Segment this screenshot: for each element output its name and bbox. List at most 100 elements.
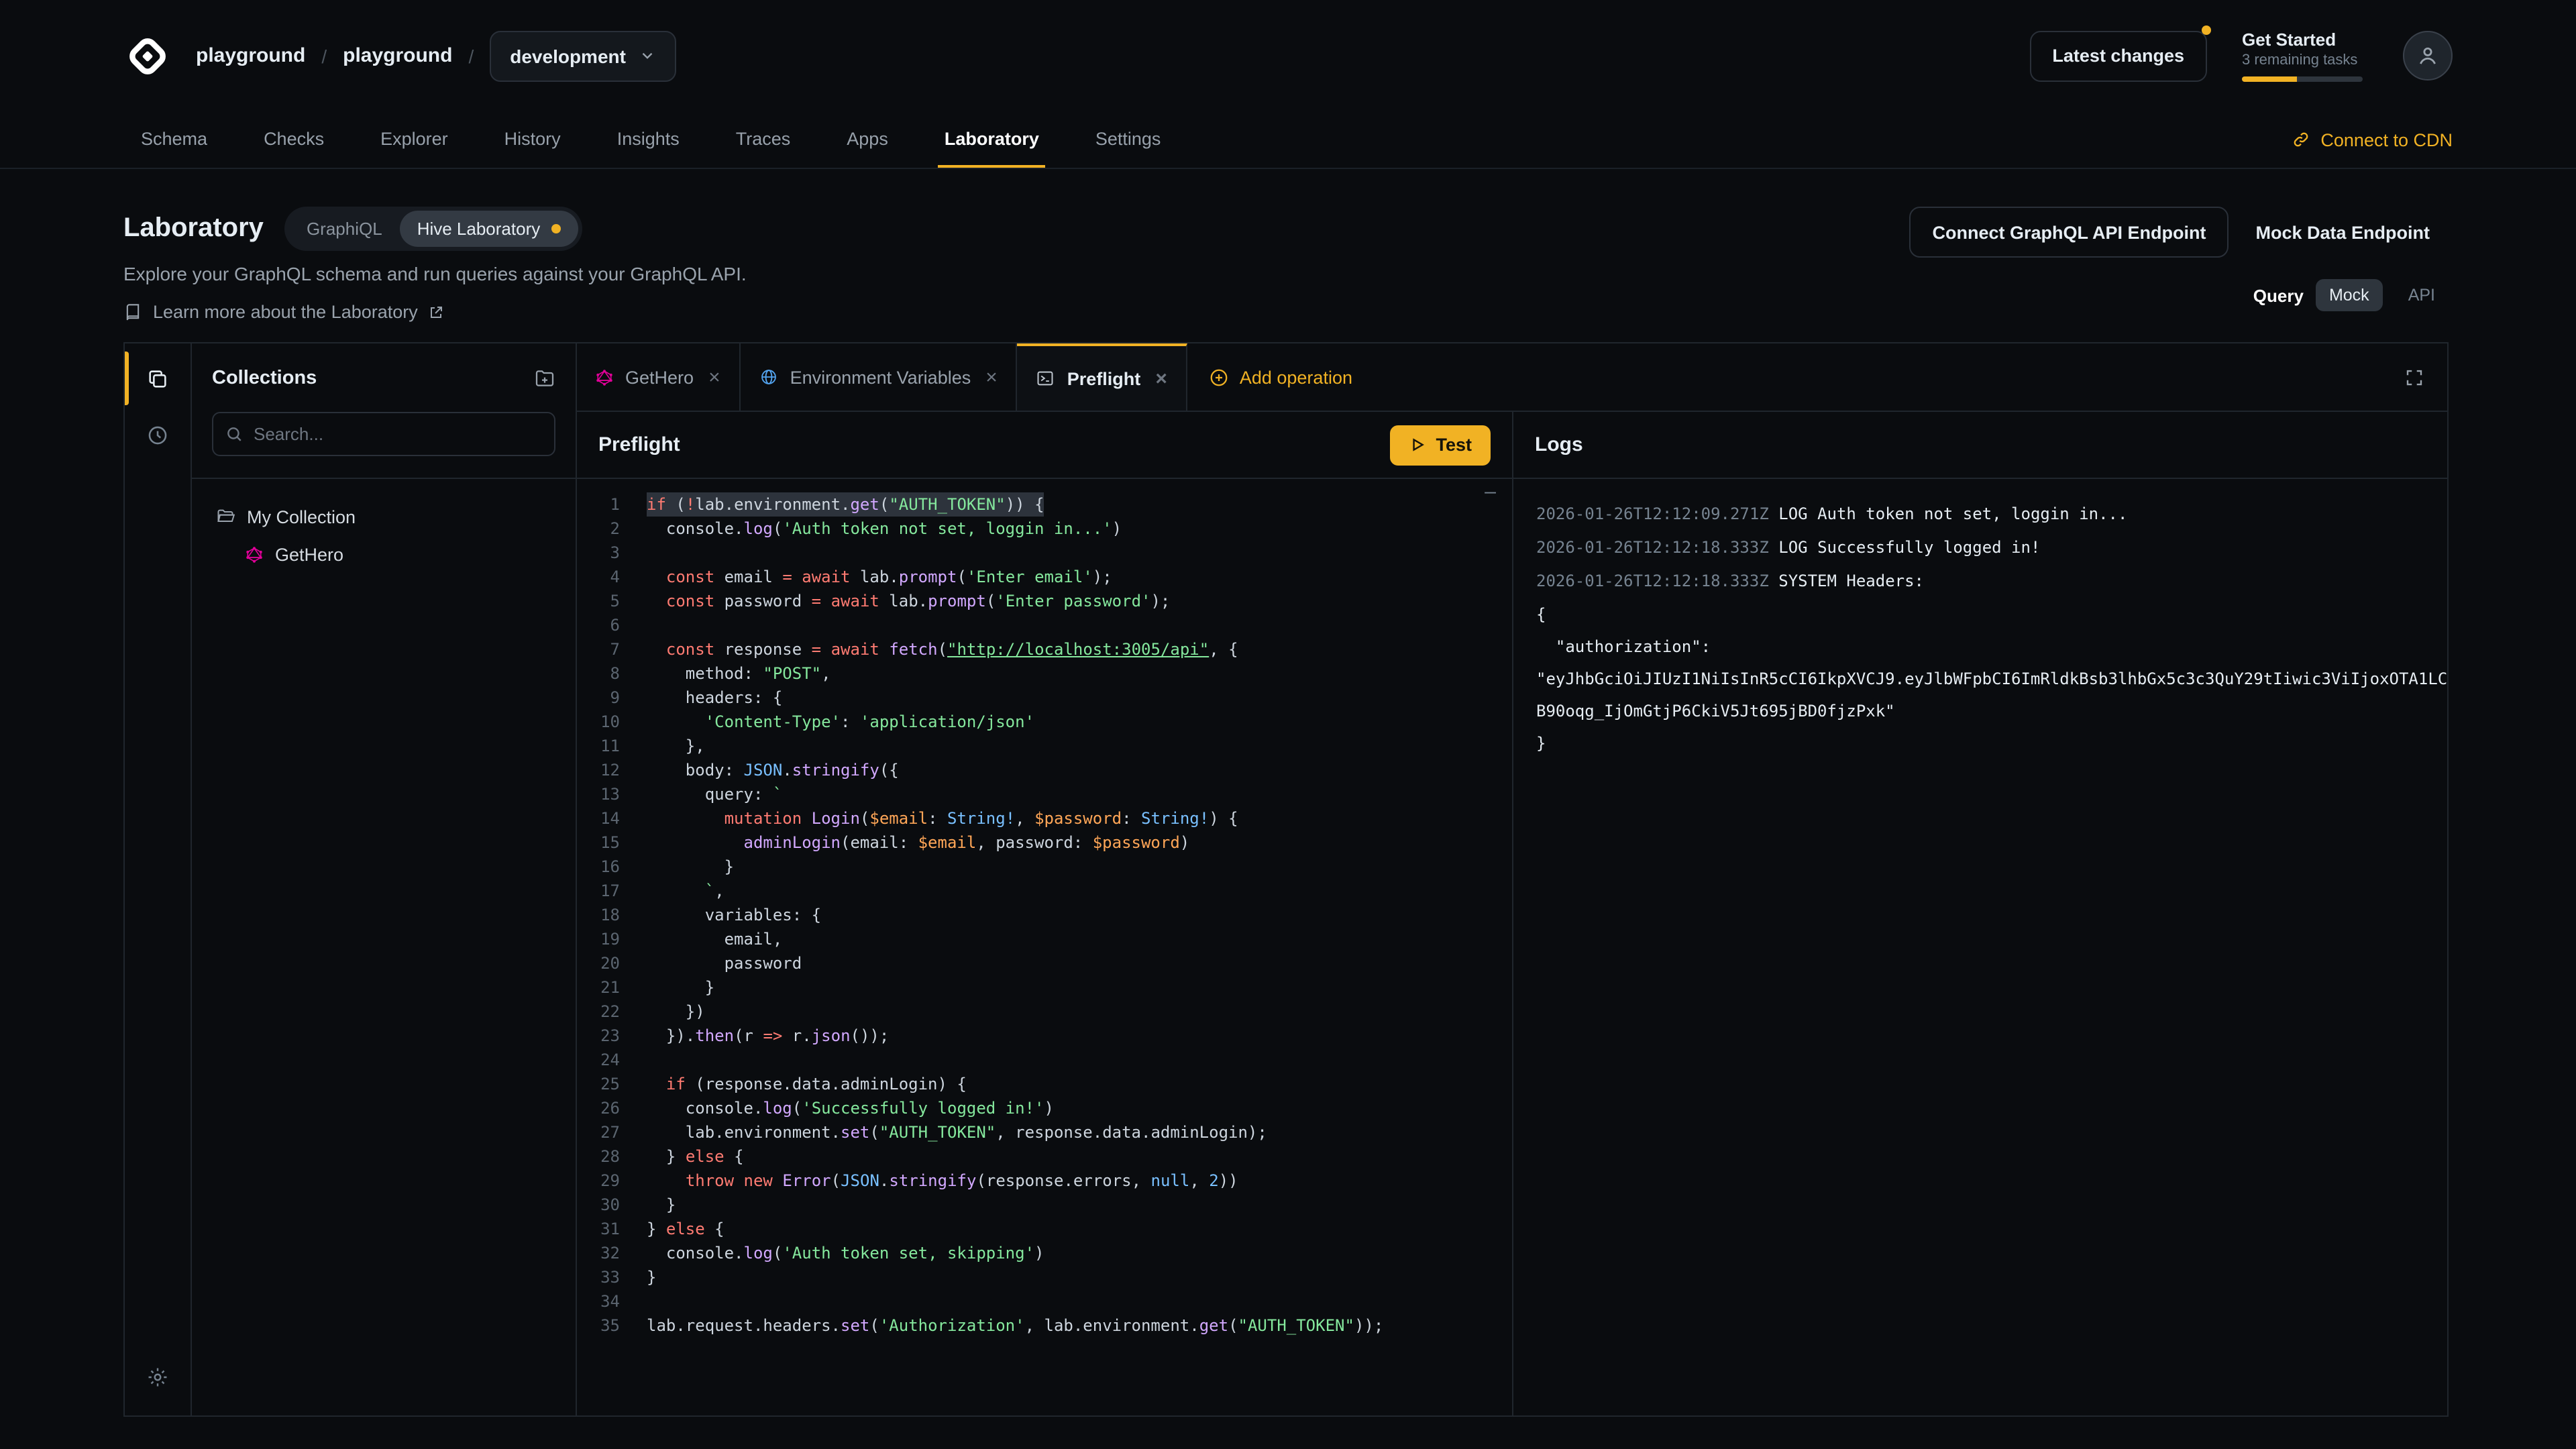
code-line[interactable]: 10 'Content-Type': 'application/json' [577, 710, 1512, 734]
operation-tabs-bar: GetHero × Environment Variables × Prefli… [577, 343, 2447, 412]
mode-hive-laboratory[interactable]: Hive Laboratory [400, 211, 578, 247]
log-line: 2026-01-26T12:12:18.333Z LOG Successfull… [1536, 531, 2424, 564]
code-line[interactable]: 8 method: "POST", [577, 661, 1512, 686]
nav-tab-explorer[interactable]: Explorer [374, 111, 455, 168]
collections-panel: Collections My Collection GetHero [192, 343, 577, 1415]
code-line[interactable]: 25 if (response.data.adminLogin) { [577, 1072, 1512, 1096]
code-line[interactable]: 29 throw new Error(JSON.stringify(respon… [577, 1169, 1512, 1193]
mode-graphiql[interactable]: GraphiQL [289, 211, 400, 247]
collections-icon [146, 367, 169, 390]
nav-tab-apps[interactable]: Apps [840, 111, 895, 168]
line-number: 15 [577, 830, 620, 855]
collection-operation[interactable]: GetHero [235, 535, 562, 573]
code-line[interactable]: 27 lab.environment.set("AUTH_TOKEN", res… [577, 1120, 1512, 1144]
code-line[interactable]: 30 } [577, 1193, 1512, 1217]
book-icon [123, 303, 142, 321]
collapse-editor-icon[interactable]: — [1485, 482, 1496, 503]
code-line[interactable]: 4 const email = await lab.prompt('Enter … [577, 565, 1512, 589]
code-line[interactable]: 18 variables: { [577, 903, 1512, 927]
hive-logo[interactable] [123, 32, 172, 80]
history-clock-icon [146, 423, 169, 446]
breadcrumb-project[interactable]: playground [343, 44, 452, 67]
nav-tab-checks[interactable]: Checks [257, 111, 331, 168]
line-number: 7 [577, 637, 620, 661]
nav-tab-history[interactable]: History [498, 111, 568, 168]
test-button[interactable]: Test [1390, 425, 1491, 465]
target-selector[interactable]: development [490, 30, 677, 81]
line-number: 13 [577, 782, 620, 806]
notification-dot [2202, 25, 2211, 34]
code-line[interactable]: 3 [577, 541, 1512, 565]
new-folder-icon[interactable] [534, 367, 555, 388]
collections-rail-button[interactable] [135, 356, 180, 401]
page-head: Laboratory GraphiQL Hive Laboratory Expl… [0, 169, 2576, 322]
line-number: 24 [577, 1048, 620, 1072]
code-line[interactable]: 20 password [577, 951, 1512, 975]
settings-rail-button[interactable] [135, 1354, 180, 1399]
connect-endpoint-button[interactable]: Connect GraphQL API Endpoint [1909, 207, 2229, 258]
nav-tab-laboratory[interactable]: Laboratory [938, 111, 1046, 168]
tab-gethero[interactable]: GetHero × [577, 343, 741, 411]
code-line[interactable]: 31} else { [577, 1217, 1512, 1241]
get-started-widget[interactable]: Get Started 3 remaining tasks [2242, 30, 2365, 82]
code-line[interactable]: 12 body: JSON.stringify({ [577, 758, 1512, 782]
code-line[interactable]: 28 } else { [577, 1144, 1512, 1169]
code-line[interactable]: 15 adminLogin(email: $email, password: $… [577, 830, 1512, 855]
code-line[interactable]: 17 `, [577, 879, 1512, 903]
code-line[interactable]: 33} [577, 1265, 1512, 1289]
query-mode-switch: Query Mock API [2253, 279, 2449, 311]
code-line[interactable]: 11 }, [577, 734, 1512, 758]
tab-environment-variables[interactable]: Environment Variables × [741, 343, 1018, 411]
nav-tab-insights[interactable]: Insights [610, 111, 686, 168]
code-line[interactable]: 13 query: ` [577, 782, 1512, 806]
code-line[interactable]: 2 console.log('Auth token not set, loggi… [577, 517, 1512, 541]
code-line[interactable]: 6 [577, 613, 1512, 637]
breadcrumb-org[interactable]: playground [196, 44, 305, 67]
query-mode-api[interactable]: API [2395, 279, 2449, 311]
plus-circle-icon [1209, 367, 1229, 387]
line-number: 23 [577, 1024, 620, 1048]
code-lines: 1if (!lab.environment.get("AUTH_TOKEN"))… [577, 492, 1512, 1338]
avatar[interactable] [2403, 31, 2453, 80]
fullscreen-button[interactable] [2381, 343, 2447, 411]
close-tab-icon[interactable]: × [708, 367, 720, 387]
code-line[interactable]: 16 } [577, 855, 1512, 879]
breadcrumb-separator: / [468, 45, 474, 66]
query-mode-mock[interactable]: Mock [2316, 279, 2383, 311]
learn-more-link[interactable]: Learn more about the Laboratory [123, 302, 747, 322]
close-tab-icon[interactable]: × [1155, 368, 1167, 388]
latest-changes-button[interactable]: Latest changes [2029, 30, 2207, 81]
code-line[interactable]: 22 }) [577, 1000, 1512, 1024]
code-line[interactable]: 14 mutation Login($email: String!, $pass… [577, 806, 1512, 830]
code-line[interactable]: 9 headers: { [577, 686, 1512, 710]
tab-preflight[interactable]: Preflight × [1018, 343, 1187, 411]
log-line: { [1536, 598, 2424, 631]
code-line[interactable]: 7 const response = await fetch("http://l… [577, 637, 1512, 661]
code-line[interactable]: 32 console.log('Auth token set, skipping… [577, 1241, 1512, 1265]
mock-endpoint-button[interactable]: Mock Data Endpoint [2237, 207, 2449, 258]
close-tab-icon[interactable]: × [985, 367, 998, 387]
code-line[interactable]: 1if (!lab.environment.get("AUTH_TOKEN"))… [577, 492, 1512, 517]
code-line[interactable]: 19 email, [577, 927, 1512, 951]
collection-folder[interactable]: My Collection [205, 498, 562, 535]
code-line[interactable]: 26 console.log('Successfully logged in!'… [577, 1096, 1512, 1120]
nav-tab-settings[interactable]: Settings [1089, 111, 1168, 168]
search-input[interactable] [212, 412, 555, 456]
code-editor[interactable]: — 1if (!lab.environment.get("AUTH_TOKEN"… [577, 479, 1512, 1415]
tab-label: Environment Variables [790, 367, 971, 387]
add-operation-button[interactable]: Add operation [1187, 343, 1374, 411]
code-line[interactable]: 24 [577, 1048, 1512, 1072]
code-line[interactable]: 21 } [577, 975, 1512, 1000]
code-line[interactable]: 35lab.request.headers.set('Authorization… [577, 1313, 1512, 1338]
active-rail-indicator [125, 352, 129, 405]
connect-cdn-button[interactable]: Connect to CDN [2291, 111, 2453, 168]
nav-tab-schema[interactable]: Schema [134, 111, 214, 168]
globe-icon [759, 368, 778, 386]
nav-tab-traces[interactable]: Traces [729, 111, 798, 168]
fullscreen-icon [2404, 367, 2424, 387]
script-icon [1036, 369, 1055, 388]
history-rail-button[interactable] [135, 412, 180, 458]
code-line[interactable]: 5 const password = await lab.prompt('Ent… [577, 589, 1512, 613]
code-line[interactable]: 34 [577, 1289, 1512, 1313]
code-line[interactable]: 23 }).then(r => r.json()); [577, 1024, 1512, 1048]
